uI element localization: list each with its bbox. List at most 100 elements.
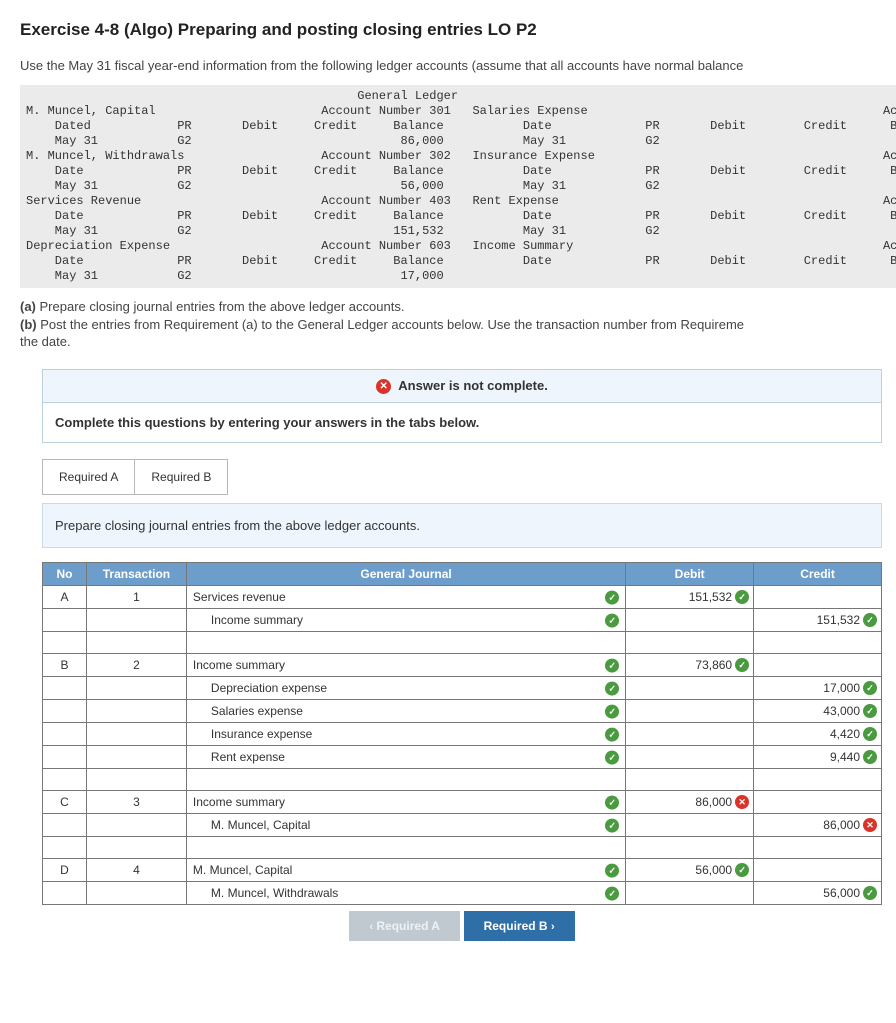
next-button[interactable]: Required B ›: [464, 911, 575, 941]
cell-account[interactable]: M. Muncel, Capital✓: [186, 813, 625, 836]
cell-no: [43, 745, 87, 768]
cell-account[interactable]: Income summary✓: [186, 790, 625, 813]
cell-account[interactable]: [186, 836, 625, 858]
cell-account[interactable]: M. Muncel, Capital✓: [186, 858, 625, 881]
cell-no: C: [43, 790, 87, 813]
cell-debit[interactable]: [626, 722, 754, 745]
cell-credit[interactable]: [754, 790, 882, 813]
cell-account[interactable]: Income summary✓: [186, 653, 625, 676]
cell-account[interactable]: Rent expense✓: [186, 745, 625, 768]
cell-no: [43, 836, 87, 858]
cell-transaction: 1: [86, 585, 186, 608]
table-row: Insurance expense✓ 4,420✓: [43, 722, 882, 745]
check-icon: ✓: [863, 750, 877, 764]
cell-account[interactable]: Services revenue ✓: [186, 585, 625, 608]
cell-credit[interactable]: 4,420✓: [754, 722, 882, 745]
tab-required-b[interactable]: Required B: [135, 459, 228, 495]
answer-status-text: Answer is not complete.: [398, 378, 548, 393]
cell-credit[interactable]: 43,000✓: [754, 699, 882, 722]
cell-transaction: [86, 608, 186, 631]
table-row: M. Muncel, Capital✓ 86,000✕: [43, 813, 882, 836]
cell-no: [43, 631, 87, 653]
cell-no: [43, 813, 87, 836]
cell-credit[interactable]: [754, 836, 882, 858]
account-name: M. Muncel, Withdrawals: [193, 886, 338, 900]
cell-credit[interactable]: 86,000✕: [754, 813, 882, 836]
next-button-label: Required B: [484, 919, 548, 933]
cell-debit[interactable]: [626, 608, 754, 631]
cell-credit[interactable]: [754, 631, 882, 653]
cell-debit[interactable]: [626, 745, 754, 768]
cell-credit[interactable]: 56,000✓: [754, 881, 882, 904]
cell-debit[interactable]: [626, 836, 754, 858]
check-icon: ✓: [605, 818, 619, 832]
cell-credit[interactable]: 9,440✓: [754, 745, 882, 768]
check-icon: ✓: [863, 681, 877, 695]
account-name: Services revenue: [193, 590, 286, 604]
cell-account[interactable]: M. Muncel, Withdrawals✓: [186, 881, 625, 904]
check-icon: ✓: [605, 613, 619, 627]
cell-account[interactable]: Income summary ✓: [186, 608, 625, 631]
check-icon: ✓: [735, 658, 749, 672]
cell-transaction: [86, 722, 186, 745]
check-icon: ✓: [605, 590, 619, 604]
instr-b-label: (b): [20, 317, 37, 332]
cell-no: [43, 676, 87, 699]
chevron-right-icon: ›: [551, 921, 555, 933]
check-icon: ✓: [863, 704, 877, 718]
cell-account[interactable]: Depreciation expense✓: [186, 676, 625, 699]
instr-a-text: Prepare closing journal entries from the…: [40, 299, 405, 314]
col-transaction: Transaction: [86, 562, 186, 585]
chevron-left-icon: ‹: [369, 921, 373, 933]
answer-status-box: ✕ Answer is not complete. Complete this …: [42, 369, 882, 443]
cell-transaction: [86, 836, 186, 858]
account-name: M. Muncel, Capital: [193, 863, 292, 877]
credit-value: 56,000: [823, 886, 860, 900]
account-name: Income summary: [193, 613, 303, 627]
cell-debit[interactable]: [626, 768, 754, 790]
cell-debit[interactable]: 86,000✕: [626, 790, 754, 813]
table-row: D4M. Muncel, Capital✓56,000✓: [43, 858, 882, 881]
table-row: [43, 836, 882, 858]
account-name: Income summary: [193, 658, 285, 672]
cell-debit[interactable]: 73,860✓: [626, 653, 754, 676]
account-name: Rent expense: [193, 750, 285, 764]
cell-no: A: [43, 585, 87, 608]
cell-debit[interactable]: [626, 676, 754, 699]
intro-text: Use the May 31 fiscal year-end informati…: [20, 58, 896, 73]
answer-status-body: Complete this questions by entering your…: [43, 403, 881, 442]
cell-account[interactable]: Insurance expense✓: [186, 722, 625, 745]
cell-account[interactable]: [186, 631, 625, 653]
check-icon: ✓: [735, 863, 749, 877]
check-icon: ✓: [605, 795, 619, 809]
cell-debit[interactable]: [626, 813, 754, 836]
table-row: Salaries expense✓ 43,000✓: [43, 699, 882, 722]
nav-buttons: ‹ Required A Required B ›: [42, 911, 882, 941]
col-general-journal: General Journal: [186, 562, 625, 585]
instr-b2-text: the date.: [20, 333, 896, 351]
cell-credit[interactable]: 151,532✓: [754, 608, 882, 631]
cell-transaction: [86, 676, 186, 699]
cell-debit[interactable]: [626, 881, 754, 904]
cell-credit[interactable]: [754, 585, 882, 608]
cell-debit[interactable]: [626, 631, 754, 653]
cell-debit[interactable]: 56,000✓: [626, 858, 754, 881]
cell-debit[interactable]: 151,532✓: [626, 585, 754, 608]
check-icon: ✓: [863, 613, 877, 627]
check-icon: ✓: [863, 886, 877, 900]
cell-credit[interactable]: [754, 768, 882, 790]
cell-credit[interactable]: [754, 653, 882, 676]
cell-account[interactable]: Salaries expense✓: [186, 699, 625, 722]
cell-credit[interactable]: 17,000✓: [754, 676, 882, 699]
tabs: Required A Required B: [42, 459, 896, 495]
cell-account[interactable]: [186, 768, 625, 790]
debit-value: 73,860: [695, 658, 732, 672]
instructions: (a) Prepare closing journal entries from…: [20, 298, 896, 351]
general-journal-table: No Transaction General Journal Debit Cre…: [42, 562, 882, 905]
error-icon: ✕: [863, 818, 877, 832]
cell-debit[interactable]: [626, 699, 754, 722]
tab-required-a[interactable]: Required A: [42, 459, 135, 495]
prev-button: ‹ Required A: [349, 911, 460, 941]
cell-transaction: [86, 631, 186, 653]
cell-credit[interactable]: [754, 858, 882, 881]
